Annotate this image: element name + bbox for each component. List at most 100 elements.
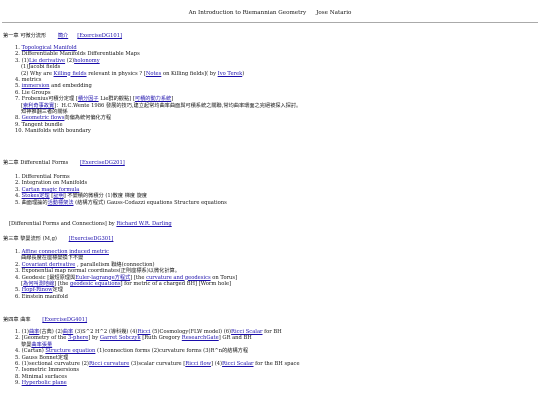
topic-link[interactable]: 3-phere bbox=[68, 335, 88, 341]
item-text: (1)Jacobi fields bbox=[21, 64, 61, 71]
topic-link[interactable]: 曲率 bbox=[29, 329, 39, 335]
list-item-number: 1. bbox=[15, 249, 20, 255]
list-item: 5. 曲面理論的活動標架法 (結構方程式) Gauss-Codazzi equa… bbox=[15, 200, 535, 206]
topic-link[interactable]: Topological Manifold bbox=[22, 45, 77, 51]
topic-link[interactable]: Hopf-Rinow bbox=[22, 287, 53, 293]
chapter-4-exercise-link[interactable]: [ExerciseDG401] bbox=[42, 317, 87, 323]
item-text: Tangent bundle bbox=[21, 121, 63, 128]
item-text: , parallelism 聯絡(connection) bbox=[75, 261, 155, 268]
topic-link[interactable]: Ricci bbox=[137, 329, 150, 335]
list-item-number: 4. bbox=[15, 348, 20, 355]
topic-link[interactable]: immersion bbox=[22, 83, 50, 89]
topic-link[interactable]: 索利奇事故實 bbox=[23, 103, 54, 109]
item-text: ] GR and BH bbox=[218, 335, 252, 342]
chapter-1-exercise-link[interactable]: [ExerciseDG101] bbox=[77, 33, 122, 39]
list-item-number: 8. bbox=[15, 115, 20, 122]
item-text: (Cartan) bbox=[21, 348, 46, 355]
topic-link[interactable]: Euler-lagrange方程式 bbox=[75, 275, 130, 281]
item-text: (2) Why are bbox=[21, 70, 54, 77]
chapter-1-intro-link[interactable]: 簡介 bbox=[58, 33, 68, 39]
item-text: [Ruth Gregory bbox=[140, 335, 182, 342]
topic-link[interactable]: 活動標架法 bbox=[48, 200, 74, 206]
topic-link[interactable]: ResearchGate bbox=[182, 335, 219, 341]
topic-link[interactable]: Covariant derivative bbox=[22, 262, 76, 268]
topic-link[interactable]: Ricci curvature bbox=[89, 361, 129, 367]
list-item-number: 5. bbox=[15, 354, 20, 361]
item-text: and embedding bbox=[49, 83, 92, 90]
topic-link[interactable]: 曲率張量 bbox=[31, 342, 52, 348]
list-item-number: 1. bbox=[15, 174, 20, 180]
chapter-2-exercise-link[interactable]: [ExerciseDG201] bbox=[80, 160, 125, 166]
chapter-2-list: 1. Differential Forms 2. Integration on M… bbox=[15, 174, 535, 206]
list-item-number: 9. bbox=[15, 380, 20, 387]
document-page: An Introduction to Riemannian Geometry Jo… bbox=[0, 0, 540, 405]
item-text: ] for metric of a charged BH] [Worm hole… bbox=[120, 280, 232, 287]
topic-link[interactable]: Cartan magic formula bbox=[22, 187, 80, 193]
chapter-1-list: 1. Topological Manifold 2. Differentiable… bbox=[15, 45, 535, 134]
topic-link[interactable]: 可積的動力系統 bbox=[135, 96, 171, 102]
chapter-1-title: 第一章 可微分流形 bbox=[3, 33, 47, 39]
list-item-number: 6. bbox=[15, 360, 20, 367]
topic-link[interactable]: Stokes定理 bbox=[22, 193, 50, 199]
item-text: metrics bbox=[21, 76, 42, 83]
list-item-number: 1. bbox=[15, 45, 20, 51]
book-author: Jose Natario bbox=[316, 10, 352, 16]
list-item-number: 2. bbox=[15, 51, 20, 58]
chapter-2-reference: [Differential Forms and Connections] by … bbox=[9, 221, 172, 227]
item-text: ] bbox=[171, 96, 174, 103]
list-item: 6. Einstein manifold bbox=[15, 294, 535, 300]
list-item-number: 8. bbox=[15, 373, 20, 380]
chapter-3-list: 1. Affine connection induced metric 曲線長度在… bbox=[15, 249, 535, 300]
list-item-number: 5. bbox=[15, 287, 20, 294]
list-item-number: 6. bbox=[15, 293, 20, 300]
topic-link[interactable]: Hyperbolic plane bbox=[22, 380, 67, 386]
list-item-number: 3. bbox=[15, 57, 20, 64]
item-text: 曲面理論的 bbox=[21, 199, 48, 206]
item-text: on Killing fields]( by bbox=[161, 70, 218, 77]
chapter-3-exercise-link[interactable]: [ExerciseDG301] bbox=[69, 236, 114, 242]
item-text: 知神推翻三者的關係 bbox=[21, 108, 68, 115]
item-text: Manifolds with boundary bbox=[24, 128, 91, 135]
topic-link[interactable]: Ricci Scalar bbox=[222, 361, 253, 367]
list-item: 10. Manifolds with boundary bbox=[15, 128, 535, 134]
list-item-number: 4. bbox=[15, 274, 20, 281]
topic-link[interactable]: geodesic equations bbox=[70, 281, 120, 287]
topic-link[interactable]: Killing fields bbox=[54, 71, 87, 77]
item-text: Einstein manifold bbox=[21, 293, 68, 300]
topic-link[interactable]: 曲率 bbox=[63, 329, 73, 335]
item-text: for the BH space bbox=[253, 360, 300, 367]
list-item: 9. Hyperbolic plane bbox=[15, 380, 535, 386]
reference-author-link[interactable]: Richard W.R. Darling bbox=[116, 221, 171, 227]
topic-link[interactable]: holonomy bbox=[74, 58, 100, 64]
item-text: ] by bbox=[88, 335, 100, 342]
list-item-number: 4. bbox=[15, 193, 20, 200]
list-item-number: 7. bbox=[15, 96, 20, 103]
topic-link[interactable]: 積分因子 bbox=[78, 96, 99, 102]
item-text: (5)Cosmology(FLW model) (6) bbox=[150, 329, 232, 335]
item-text: (1) bbox=[21, 329, 29, 335]
book-title: An Introduction to Riemannian Geometry bbox=[188, 10, 307, 16]
topic-link[interactable]: Structure equation bbox=[45, 348, 95, 354]
chapter-4-list: 1. (1)曲率(古典) (2)曲率 (3)S^2 H^2 (導科幾) (4)R… bbox=[15, 329, 535, 387]
item-text: relevant in physics ? [ bbox=[86, 70, 146, 77]
topic-link[interactable]: Notes bbox=[146, 71, 161, 77]
topic-link[interactable]: Ivo Terek bbox=[218, 71, 243, 77]
list-item-number: 2. bbox=[15, 180, 20, 187]
item-text: ] 不變積的微積分 (1)散度 梯度 旋度 bbox=[63, 193, 148, 200]
topic-link[interactable]: Ricci Scalar bbox=[231, 329, 262, 335]
topic-link[interactable]: Geometric flows bbox=[22, 115, 65, 121]
topic-link[interactable]: 証明 bbox=[53, 193, 63, 199]
item-text: on Torus] bbox=[210, 274, 238, 281]
chapter-2-title: 第二章 Differential Forms bbox=[3, 160, 69, 166]
list-item-number: 2. bbox=[15, 335, 20, 342]
item-text: Exponential map normal coordinates(正則座標系… bbox=[21, 268, 180, 275]
topic-link[interactable]: Lie derivative bbox=[29, 58, 65, 64]
topic-link[interactable]: curvature and geodesics bbox=[146, 275, 211, 281]
list-item-number: 9. bbox=[15, 121, 20, 128]
topic-link[interactable]: Garret Sobczyk bbox=[100, 335, 141, 341]
topic-link[interactable]: Ricci flow bbox=[185, 361, 211, 367]
item-text: Isometric Immersions bbox=[21, 367, 80, 374]
item-text: (2) bbox=[65, 57, 75, 64]
list-item-number: 3. bbox=[15, 186, 20, 193]
item-text: 曲線長度在座標變換下不變 bbox=[21, 255, 84, 262]
